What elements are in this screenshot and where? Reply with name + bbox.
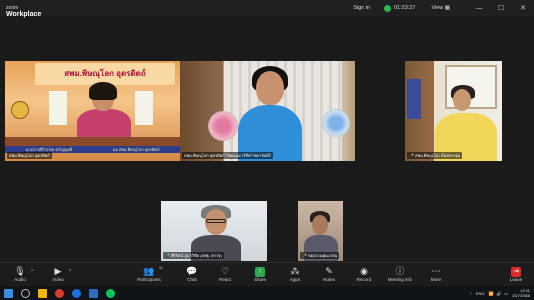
view-label: View	[431, 5, 444, 11]
participants-button[interactable]: 👥 11 Participants	[131, 265, 167, 282]
more-label: More	[430, 277, 442, 282]
notes-label: Notes	[323, 277, 335, 282]
video-label: Video	[52, 277, 64, 282]
title-bar: zoom Workplace Sign in 01:23:27 View ▦ —…	[0, 0, 534, 18]
system-tray: ^ ENG 📶 🔊 ▭ 13:11 25/7/2568	[470, 286, 530, 300]
participant-name: สพม.พิษณุโลก อุตรดิตถ์ ไซคอนอาร์ชีฟ ไชยา…	[184, 153, 271, 158]
record-icon: ◉	[360, 266, 368, 276]
notes-icon: ✎	[325, 266, 333, 276]
person-head	[312, 215, 328, 235]
maximize-button[interactable]: ☐	[490, 4, 512, 12]
wifi-icon[interactable]: 📶	[488, 291, 493, 296]
minimize-button[interactable]: —	[468, 5, 490, 12]
close-button[interactable]: ✕	[512, 4, 534, 12]
participant-name-label: 🎤สพม.พิษณุโลก ห้องประชุม	[407, 152, 463, 159]
brand-large: Workplace	[6, 11, 42, 18]
meeting-toolbar: 🎙 Audio ^ ▶ Video ^ 👥 11 Participants 💬 …	[0, 262, 534, 286]
share-label: Share	[253, 277, 266, 282]
participant-video	[77, 82, 131, 143]
glasses	[206, 219, 226, 223]
info-icon: ⓘ	[395, 266, 405, 276]
sign-in-link[interactable]: Sign in	[353, 5, 370, 11]
flower-decoration	[322, 109, 350, 137]
security-shield-icon[interactable]	[384, 4, 392, 12]
person-hair	[89, 82, 117, 100]
clock-date: 25/7/2568	[512, 293, 530, 298]
file-explorer-icon[interactable]	[38, 288, 47, 298]
participant-name-label: 🎤ขอสงวนคุณ ตรม	[300, 252, 340, 259]
heart-icon: ♡	[220, 266, 230, 276]
volume-icon[interactable]: 🔊	[496, 291, 501, 296]
participant-name: ศิริรัตน์ ภูมาวิชัย (สพฐ. ตรวจ)	[170, 253, 222, 258]
video-tile-2[interactable]: สพม.พิษณุโลก อุตรดิตถ์ ไซคอนอาร์ชีฟ ไชยา…	[180, 61, 355, 161]
chat-button[interactable]: 💬 Chat	[174, 266, 210, 282]
caption-title: ผอ.สพม.พิษณุโลก อุตรดิตถ์	[112, 147, 160, 152]
participant-name: สพม.พิษณุโลก อุตรดิตถ์	[9, 153, 50, 158]
video-tile-3[interactable]: 🎤สพม.พิษณุโลก ห้องประชุม	[405, 61, 502, 161]
record-label: Record	[356, 277, 372, 282]
mic-muted-icon: 🎤	[165, 253, 170, 258]
audio-options-caret-icon[interactable]: ^	[31, 269, 33, 275]
view-menu-button[interactable]: View ▦	[431, 5, 450, 11]
emblem-icon	[11, 101, 29, 119]
chrome-icon[interactable]	[55, 288, 64, 298]
more-button[interactable]: ⋯ More	[418, 266, 454, 282]
share-button[interactable]: ↑ Share	[242, 266, 278, 282]
person-head	[256, 71, 284, 105]
edge-icon[interactable]	[72, 288, 81, 298]
language-indicator[interactable]: ENG	[476, 291, 485, 296]
leave-icon: ⇥	[511, 267, 521, 277]
react-label: React	[219, 277, 231, 282]
apps-label: Apps	[289, 277, 301, 282]
video-tile-5[interactable]: 🎤ขอสงวนคุณ ตรม	[298, 201, 343, 261]
participants-label: Participants	[137, 277, 161, 282]
windows-taskbar: ^ ENG 📶 🔊 ▭ 13:11 25/7/2568	[0, 286, 534, 300]
decor-pillar	[49, 91, 67, 125]
participant-name-label: 🎤ศิริรัตน์ ภูมาวิชัย (สพฐ. ตรวจ)	[163, 252, 224, 259]
share-screen-icon: ↑	[255, 267, 265, 277]
leave-button[interactable]: ⇥ Leave	[498, 266, 534, 282]
notes-button[interactable]: ✎ Notes	[311, 266, 347, 282]
zoom-task-icon[interactable]	[89, 288, 98, 298]
react-button[interactable]: ♡ React	[207, 266, 243, 282]
chat-icon: 💬	[186, 266, 198, 276]
zoom-logo: zoom Workplace	[6, 2, 41, 18]
decor-pillar	[135, 91, 153, 125]
apps-icon: ⁂	[290, 266, 300, 276]
participant-name-label: สพม.พิษณุโลก อุตรดิตถ์	[7, 152, 52, 159]
meeting-timer: 01:23:27	[394, 5, 416, 11]
video-options-caret-icon[interactable]: ^	[69, 269, 71, 275]
chat-label: Chat	[187, 277, 197, 282]
mic-muted-icon: 🎤	[302, 253, 307, 258]
taskbar-clock[interactable]: 13:11 25/7/2568	[512, 288, 530, 298]
tray-chevron-icon[interactable]: ^	[470, 291, 472, 296]
meeting-info-label: Meeting info	[387, 277, 413, 282]
mic-muted-icon: 🎤	[409, 153, 414, 158]
participant-name: ขอสงวนคุณ ตรม	[307, 253, 338, 258]
wall-frame	[407, 79, 421, 119]
participants-count: 11	[158, 265, 163, 270]
windows-start-icon[interactable]	[4, 288, 13, 298]
record-button[interactable]: ◉ Record	[346, 266, 382, 282]
search-icon[interactable]	[21, 288, 30, 298]
person-head	[453, 89, 471, 111]
video-tile-4[interactable]: 🎤ศิริรัตน์ ภูมาวิชัย (สพฐ. ตรวจ)	[161, 201, 267, 261]
line-icon[interactable]	[106, 288, 115, 298]
participant-name-label: สพม.พิษณุโลก อุตรดิตถ์ ไซคอนอาร์ชีฟ ไชยา…	[182, 152, 273, 159]
apps-button[interactable]: ⁂ Apps	[277, 266, 313, 282]
audio-label: Audio	[14, 277, 26, 282]
more-icon: ⋯	[431, 266, 441, 276]
flower-decoration	[208, 111, 238, 141]
participant-name: สพม.พิษณุโลก ห้องประชุม	[414, 153, 461, 158]
video-tile-1[interactable]: สพม.พิษณุโลก อุตรดิตถ์ นางสาวศิริวรรณ ขว…	[5, 61, 180, 161]
meeting-info-button[interactable]: ⓘ Meeting info	[382, 266, 418, 282]
leave-label: Leave	[509, 277, 523, 282]
battery-icon[interactable]: ▭	[504, 291, 508, 296]
